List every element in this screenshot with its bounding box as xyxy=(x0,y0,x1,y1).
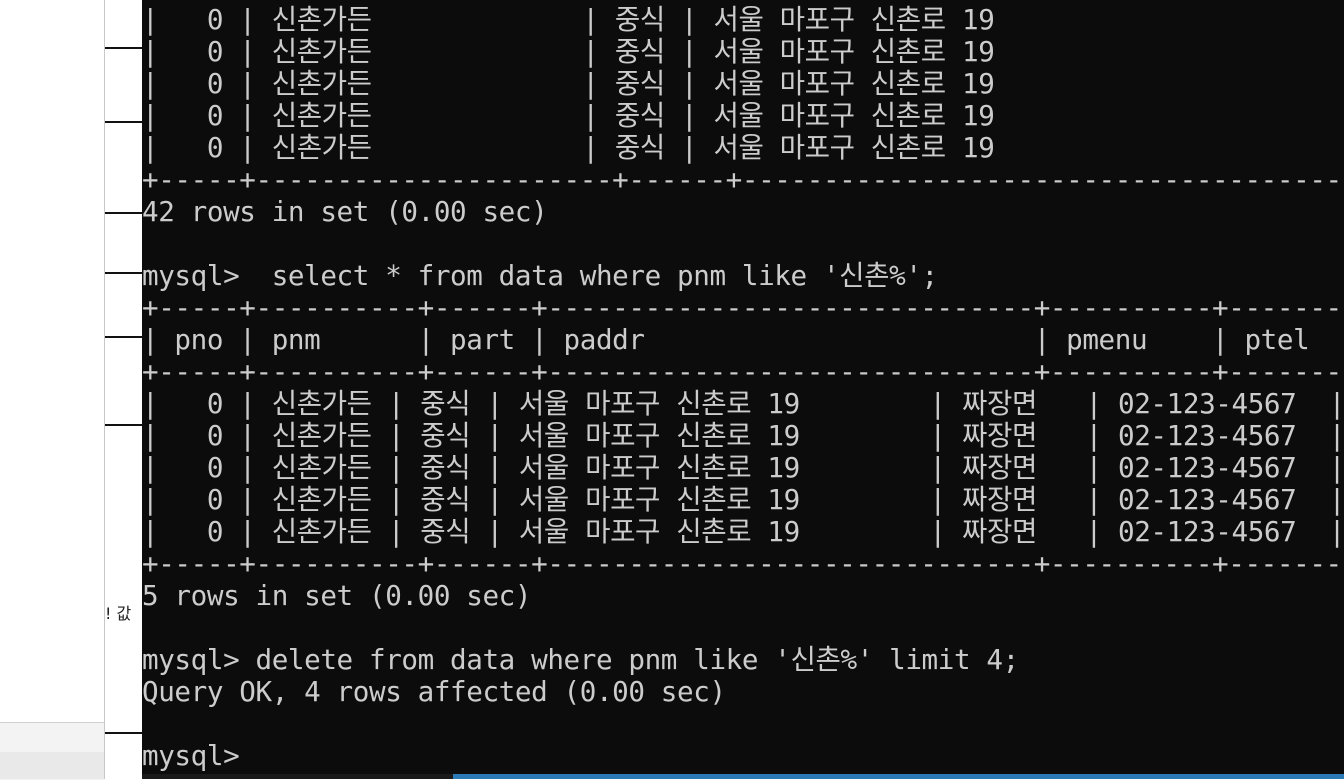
terminal-line: | pno | pnm | part | paddr | pmenu | pte… xyxy=(142,323,1344,356)
terminal-line: | 0 | 신촌가든 | 중식 | 서울 마포구 신촌로 19 | 짜장면 | … xyxy=(142,387,1344,420)
terminal-line: +-----+----------+------+---------------… xyxy=(142,291,1344,324)
terminal-line: 42 rows in set (0.00 sec) xyxy=(142,195,548,228)
taskbar-active-segment xyxy=(453,774,1344,779)
terminal-output[interactable]: | 0 | 신촌가든 | 중식 | 서울 마포구 신촌로 19 | 0 | 신촌… xyxy=(142,4,1344,772)
terminal-line: Query OK, 4 rows affected (0.00 sec) xyxy=(142,675,726,708)
terminal-line: +-----+----------------------+------+---… xyxy=(142,163,1344,196)
terminal-line: | 0 | 신촌가든 | 중식 | 서울 마포구 신촌로 19 xyxy=(142,99,995,132)
terminal-window[interactable]: | 0 | 신촌가든 | 중식 | 서울 마포구 신촌로 19 | 0 | 신촌… xyxy=(142,0,1344,775)
terminal-line: | 0 | 신촌가든 | 중식 | 서울 마포구 신촌로 19 | 짜장면 | … xyxy=(142,483,1344,516)
background-table-rule xyxy=(105,272,145,274)
background-table-rule xyxy=(105,212,145,214)
background-table-rule xyxy=(105,336,145,338)
background-table-rule xyxy=(105,121,145,123)
background-table-rule xyxy=(105,732,145,734)
terminal-line: | 0 | 신촌가든 | 중식 | 서울 마포구 신촌로 19 | 짜장면 | … xyxy=(142,451,1344,484)
background-table-rule xyxy=(105,424,145,426)
background-table-rule xyxy=(105,47,145,49)
terminal-line: +-----+----------+------+---------------… xyxy=(142,355,1344,388)
terminal-line: mysql> select * from data where pnm like… xyxy=(142,259,938,292)
terminal-line: mysql> delete from data where pnm like '… xyxy=(142,643,1019,676)
background-panel-footer xyxy=(0,752,104,779)
background-window xyxy=(0,0,104,779)
terminal-line: | 0 | 신촌가든 | 중식 | 서울 마포구 신촌로 19 | 짜장면 | … xyxy=(142,515,1344,548)
background-text-fragment: ! 값 xyxy=(105,604,132,623)
terminal-prompt-line[interactable]: mysql> xyxy=(142,740,1344,772)
terminal-line: +-----+----------+------+---------------… xyxy=(142,547,1344,580)
taskbar-segment xyxy=(142,774,453,779)
terminal-line: | 0 | 신촌가든 | 중식 | 서울 마포구 신촌로 19 xyxy=(142,131,995,164)
terminal-line: | 0 | 신촌가든 | 중식 | 서울 마포구 신촌로 19 xyxy=(142,67,995,100)
background-table-strip: ! 값 xyxy=(104,0,145,779)
terminal-line: | 0 | 신촌가든 | 중식 | 서울 마포구 신촌로 19 xyxy=(142,3,995,36)
terminal-line: 5 rows in set (0.00 sec) xyxy=(142,579,532,612)
terminal-line: | 0 | 신촌가든 | 중식 | 서울 마포구 신촌로 19 xyxy=(142,35,995,68)
terminal-line: | 0 | 신촌가든 | 중식 | 서울 마포구 신촌로 19 | 짜장면 | … xyxy=(142,419,1344,452)
